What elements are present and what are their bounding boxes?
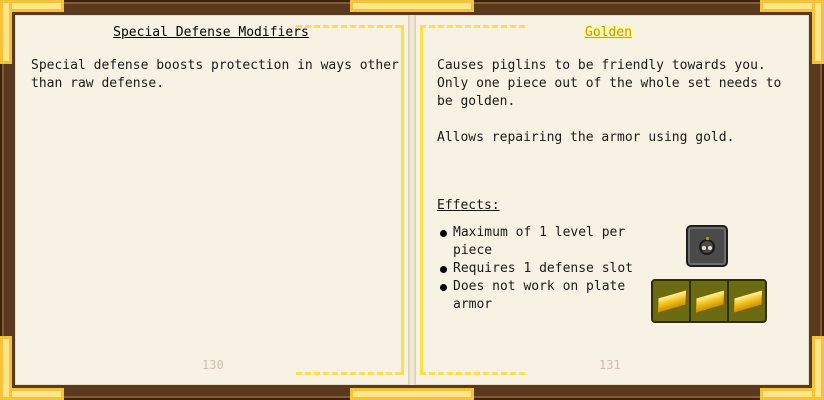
book-spine: [408, 15, 416, 385]
corner-top-right-v: [812, 0, 824, 64]
right-frame-bottom: [420, 372, 528, 375]
right-page-body: Causes piglins to be friendly towards yo…: [437, 58, 782, 145]
ingredient-slot[interactable]: [729, 281, 765, 321]
gold-ingot-icon: [694, 289, 726, 314]
effect-item: Requires 1 defense slot: [437, 260, 642, 278]
golden-modifier-icon[interactable]: [686, 225, 728, 267]
right-page-number: 131: [599, 358, 621, 372]
book: Special Defense Modifiers Special defens…: [0, 0, 824, 400]
ingredient-slot[interactable]: [691, 281, 729, 321]
right-frame-top: [420, 25, 528, 28]
corner-top-left-v: [0, 0, 12, 64]
corner-bottom-mid: [350, 388, 474, 400]
gold-ingot-row: [651, 279, 767, 323]
effect-item: Maximum of 1 level per piece: [437, 224, 642, 260]
corner-top-mid: [350, 0, 474, 12]
corner-bottom-right-v: [812, 336, 824, 400]
left-page-title: Special Defense Modifiers: [113, 25, 309, 40]
effect-item: Does not work on plate armor: [437, 278, 642, 314]
effects-heading: Effects:: [437, 198, 500, 213]
left-page-number: 130: [202, 358, 224, 372]
left-frame-side: [401, 25, 404, 375]
corner-bottom-left-v: [0, 336, 12, 400]
gold-ingot-icon: [656, 289, 688, 314]
effects-list: Maximum of 1 level per piece Requires 1 …: [437, 224, 642, 314]
left-frame-bottom: [296, 372, 404, 375]
right-page-title: Golden: [583, 25, 634, 40]
gold-ingot-icon: [732, 289, 764, 314]
right-frame-side: [420, 25, 423, 375]
left-page-body: Special defense boosts protection in way…: [31, 58, 399, 91]
ingredient-slot[interactable]: [653, 281, 691, 321]
modifier-symbol-icon: [699, 237, 715, 255]
